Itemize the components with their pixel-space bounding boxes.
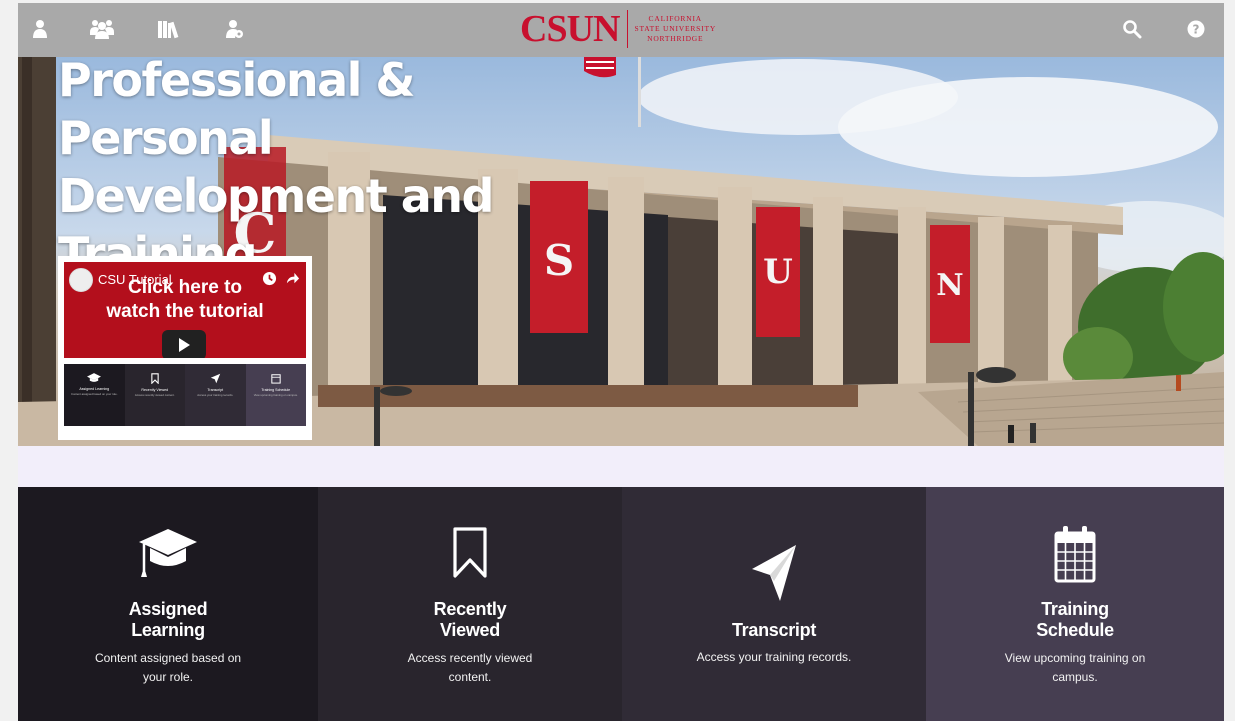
calendar-icon	[926, 525, 1224, 583]
logo-divider	[627, 10, 629, 48]
tile-assigned-learning[interactable]: Assigned Learning Content assigned based…	[18, 487, 318, 721]
paper-plane-icon	[210, 373, 220, 384]
logo-line-3: Northridge	[647, 34, 704, 43]
bookmark-icon	[318, 527, 622, 579]
top-navigation-bar: CSUN California State University Northri…	[18, 3, 1224, 57]
tile-title-line-1: Assigned	[128, 599, 208, 619]
mini-tile-desc: Access recently viewed content.	[134, 392, 175, 397]
tile-desc-line-1: Access recently viewed	[407, 651, 533, 665]
watch-later-icon[interactable]	[262, 271, 277, 286]
tile-description: Access recently viewed content.	[318, 649, 622, 687]
graduation-cap-icon	[18, 527, 318, 579]
tile-description: Access your training records.	[622, 648, 926, 667]
tile-title-line-2: Viewed	[440, 620, 500, 640]
hero-title-line-1: Professional & Personal	[58, 57, 416, 165]
mini-tile-label: Training Schedule	[261, 388, 291, 392]
banner-letter-u: U	[763, 252, 793, 292]
spacer-strip	[18, 446, 1224, 487]
hero-banner: C S U N Professional & Personal Developm…	[18, 57, 1224, 446]
tile-desc-line-2: campus.	[1052, 670, 1098, 684]
tile-desc-line-2: content.	[448, 670, 492, 684]
logo-line-1: California	[648, 14, 702, 23]
mini-tile-schedule: Training Schedule View upcoming training…	[245, 364, 306, 426]
graduation-cap-icon	[87, 373, 102, 382]
tile-training-schedule[interactable]: Training Schedule View upcoming training…	[926, 487, 1224, 721]
users-icon[interactable]	[88, 15, 116, 43]
logo-wordmark: CSUN	[520, 8, 620, 50]
mini-tile-desc: View upcoming training on campus.	[253, 392, 298, 397]
tile-desc-line-1: View upcoming training on	[1004, 651, 1146, 665]
video-channel-title: CSU Tutorial	[98, 272, 172, 287]
paper-plane-icon	[622, 543, 926, 603]
play-icon	[179, 338, 190, 352]
search-icon[interactable]	[1118, 15, 1146, 43]
tile-desc-line-2: your role.	[142, 670, 194, 684]
mini-tile-desc: Content assigned based on your role.	[71, 391, 118, 396]
mini-tile-label: Recently Viewed	[141, 388, 169, 392]
mini-tile-desc: Access your training records.	[197, 392, 234, 397]
tile-title-line-1: Transcript	[731, 620, 817, 640]
mini-tile-label: Assigned Learning	[79, 387, 110, 391]
csun-logo[interactable]: CSUN California State University Northri…	[520, 7, 716, 51]
mini-tile-label: Transcript	[207, 388, 224, 392]
tile-recently-viewed[interactable]: Recently Viewed Access recently viewed c…	[318, 487, 622, 721]
tutorial-headline-line-2: watch the tutorial	[106, 301, 264, 322]
logo-line-2: State University	[634, 24, 717, 33]
tile-transcript[interactable]: Transcript Access your training records.	[622, 487, 926, 721]
mini-tile-assigned: Assigned Learning Content assigned based…	[64, 364, 125, 426]
bookmark-icon	[151, 373, 159, 384]
hero-title-line-2: Development and	[58, 169, 494, 223]
logo-subtitle: California State University Northridge	[634, 14, 716, 44]
mini-tile-recent: Recently Viewed Access recently viewed c…	[124, 364, 185, 426]
tutorial-preview-tiles: Assigned Learning Content assigned based…	[64, 364, 306, 426]
tile-title-line-2: Schedule	[1036, 620, 1114, 640]
tile-title: Recently Viewed	[318, 599, 622, 641]
feature-tiles: Assigned Learning Content assigned based…	[18, 487, 1224, 721]
calendar-icon	[271, 374, 281, 384]
tile-title: Training Schedule	[926, 599, 1224, 641]
video-thumbnail: Click here to watch the tutorial CSU Tut…	[64, 262, 306, 358]
user-gear-icon[interactable]	[221, 15, 249, 43]
banner-letter-n: N	[936, 268, 963, 303]
tile-description: View upcoming training on campus.	[926, 649, 1224, 687]
mini-tile-transcript: Transcript Access your training records.	[185, 364, 246, 426]
play-button[interactable]	[162, 330, 206, 358]
tile-title-line-2: Learning	[131, 620, 205, 640]
tile-title-line-1: Training	[1041, 599, 1109, 619]
tile-desc-line-1: Access your training records.	[696, 650, 852, 664]
tile-title: Transcript	[622, 620, 926, 641]
svg-text:?: ?	[1193, 23, 1200, 37]
tile-desc-line-1: Content assigned based on	[94, 651, 242, 665]
library-icon[interactable]	[154, 15, 182, 43]
hero-title: Professional & Personal Development and …	[58, 57, 578, 283]
user-icon[interactable]	[26, 15, 54, 43]
tile-title: Assigned Learning	[18, 599, 318, 641]
tutorial-video-card[interactable]: Click here to watch the tutorial CSU Tut…	[58, 256, 312, 440]
tile-description: Content assigned based on your role.	[18, 649, 318, 687]
tile-title-line-1: Recently	[433, 599, 507, 619]
help-icon[interactable]: ?	[1182, 15, 1210, 43]
channel-avatar	[69, 268, 93, 292]
share-icon[interactable]	[285, 271, 300, 286]
